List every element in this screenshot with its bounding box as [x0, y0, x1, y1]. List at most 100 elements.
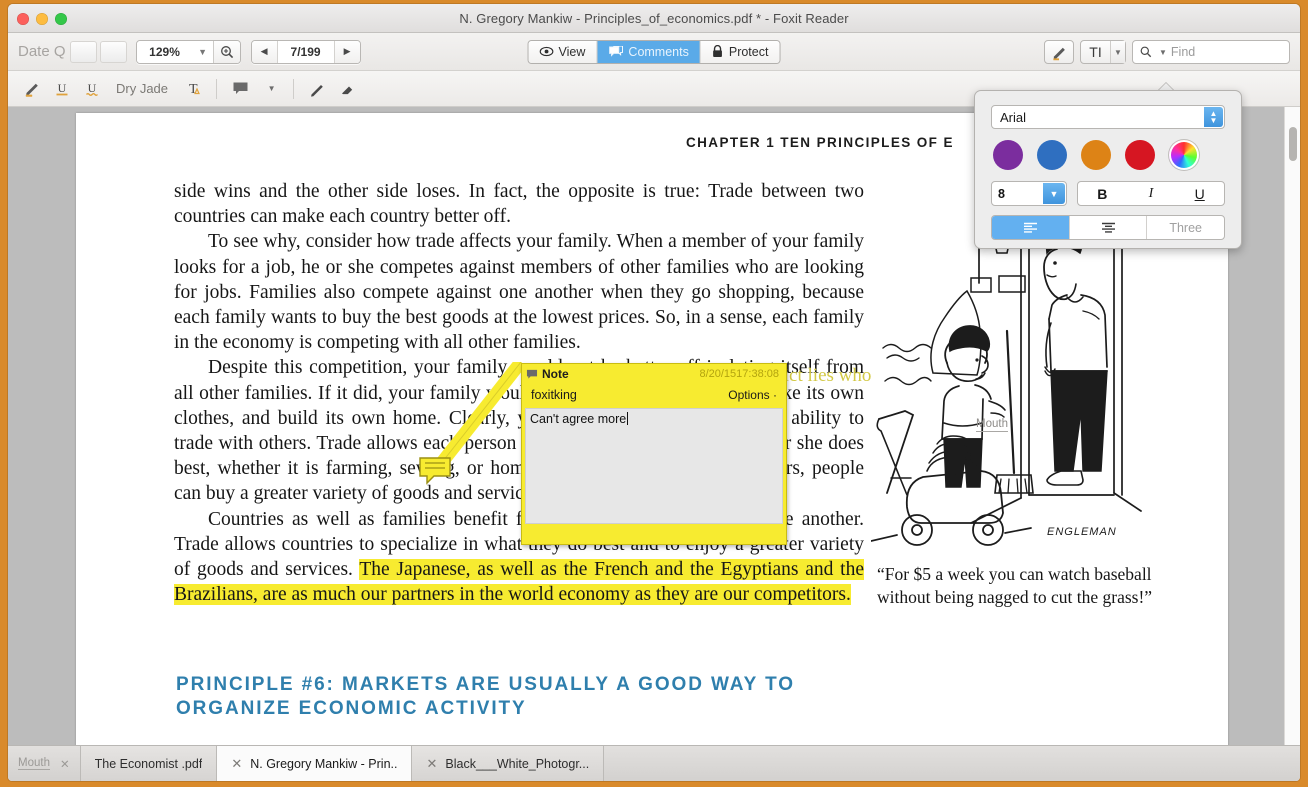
- application-window: N. Gregory Mankiw - Principles_of_econom…: [8, 4, 1300, 781]
- tab-label: Black___White_Photogr...: [445, 756, 590, 771]
- color-swatch-orange[interactable]: [1081, 140, 1111, 170]
- window-title: N. Gregory Mankiw - Principles_of_econom…: [459, 10, 849, 26]
- minimize-window-button[interactable]: [36, 13, 48, 25]
- paragraph-1: side wins and the other side loses. In f…: [174, 181, 864, 228]
- toolbar-ghost-label: Date Q: [18, 43, 66, 60]
- font-family-value: Arial: [1000, 109, 1027, 125]
- sticky-note-popup[interactable]: Note 8/20/1517:38:08 foxitking Options ·…: [521, 363, 787, 545]
- page-navigation-group: ◀ 7/199 ▶: [250, 39, 361, 64]
- chevron-down-icon: ▼: [267, 84, 276, 93]
- chevron-down-icon[interactable]: ▼: [1110, 41, 1125, 63]
- close-icon[interactable]: ✕: [231, 756, 242, 772]
- cartoon-illustration: ENGLEMAN: [871, 223, 1156, 553]
- squiggly-underline-tool-button[interactable]: U: [78, 76, 106, 102]
- note-author: foxitking: [531, 387, 577, 402]
- zoom-in-button[interactable]: [212, 40, 240, 63]
- toolbar-ghost-button-1[interactable]: [69, 40, 97, 63]
- chevron-down-icon[interactable]: ▼: [1159, 48, 1167, 57]
- note-options-button[interactable]: Options ·: [728, 388, 777, 402]
- pencil-tool-button[interactable]: [303, 76, 331, 102]
- zoom-control-group: 129% ▼: [135, 39, 241, 64]
- pencil-icon: [311, 84, 323, 97]
- close-icon[interactable]: ✕: [426, 756, 437, 772]
- typewriter-tool-button[interactable]: T: [178, 76, 207, 102]
- text-format-label: TI: [1089, 44, 1102, 60]
- page-number-field[interactable]: 7/199: [278, 41, 334, 63]
- mouth-label-overlay: Mouth: [976, 418, 1008, 432]
- tab-comments[interactable]: Comments: [597, 40, 701, 63]
- cartoon-figure: ENGLEMAN “For $5 a week you can watch ba…: [871, 223, 1171, 609]
- maximize-window-button[interactable]: [55, 13, 67, 25]
- color-swatch-row: [991, 140, 1225, 170]
- underline-tool-button[interactable]: U: [48, 76, 76, 102]
- cartoon-signature: ENGLEMAN: [1047, 526, 1117, 538]
- search-placeholder: Find: [1170, 45, 1196, 59]
- color-wheel-icon[interactable]: [1169, 140, 1199, 170]
- note-author-row: foxitking Options ·: [522, 384, 786, 405]
- bold-button[interactable]: B: [1078, 182, 1127, 205]
- tab-view[interactable]: View: [528, 40, 598, 63]
- search-icon: [1140, 46, 1152, 58]
- toolbar-right-group: TI ▼ ▼ Find: [1044, 40, 1290, 64]
- font-size-select[interactable]: 8 ▼: [991, 181, 1067, 206]
- color-swatch-purple[interactable]: [993, 140, 1023, 170]
- zoom-value[interactable]: 129%: [136, 40, 193, 63]
- previous-page-button[interactable]: ◀: [251, 40, 278, 63]
- scrollbar-thumb[interactable]: [1289, 127, 1297, 161]
- tab-the-economist[interactable]: The Economist .pdf: [79, 746, 217, 781]
- vertical-scrollbar[interactable]: [1284, 107, 1300, 745]
- highlight-tool-button[interactable]: [1044, 40, 1074, 64]
- eraser-tool-button[interactable]: [333, 76, 361, 102]
- lock-icon: [713, 45, 723, 57]
- stepper-icon[interactable]: ▲ ▼: [1204, 107, 1223, 127]
- chapter-header: CHAPTER 1 TEN PRINCIPLES OF E: [686, 135, 954, 150]
- text-format-button[interactable]: TI ▼: [1080, 40, 1126, 64]
- tabbar-ghost-label: Mouth: [18, 757, 50, 770]
- note-title-row: Note 8/20/1517:38:08: [522, 364, 786, 384]
- align-left-button[interactable]: [992, 216, 1070, 239]
- note-text-area[interactable]: Can't agree more: [525, 408, 783, 524]
- document-tab-bar: Mouth ✕ The Economist .pdf ✕ N. Gregory …: [8, 745, 1300, 781]
- tab-protect-label: Protect: [728, 44, 769, 59]
- align-center-button[interactable]: [1070, 216, 1148, 239]
- tab-view-label: View: [558, 44, 586, 59]
- tab-protect[interactable]: Protect: [700, 40, 780, 63]
- sticky-note-tool-button[interactable]: [226, 76, 254, 102]
- text-style-group: B I U: [1077, 181, 1225, 206]
- text-cursor: [627, 412, 629, 425]
- sticky-note-dropdown-button[interactable]: ▼: [256, 76, 284, 102]
- note-options-label: Options: [728, 387, 770, 402]
- underline-button[interactable]: U: [1175, 182, 1224, 205]
- italic-button[interactable]: I: [1127, 182, 1176, 205]
- eraser-icon: [342, 86, 353, 94]
- close-icon[interactable]: ✕: [60, 757, 70, 771]
- next-page-button[interactable]: ▶: [333, 40, 360, 63]
- principle-heading: PRINCIPLE #6: MARKETS ARE USUALLY A GOOD…: [176, 674, 795, 719]
- title-bar: N. Gregory Mankiw - Principles_of_econom…: [8, 4, 1300, 33]
- align-three-button[interactable]: Three: [1147, 216, 1224, 239]
- tab-black-white-photogr[interactable]: ✕ Black___White_Photogr...: [411, 746, 604, 781]
- font-family-select[interactable]: Arial ▲ ▼: [991, 105, 1225, 129]
- tabbar-ghost-group: Mouth ✕: [8, 746, 80, 781]
- squiggly-underline-icon: U: [85, 81, 99, 96]
- chevron-down-icon[interactable]: ▼: [192, 40, 213, 63]
- search-input[interactable]: ▼ Find: [1132, 40, 1290, 64]
- text-align-group: Three: [991, 215, 1225, 240]
- eye-icon: [539, 46, 554, 57]
- tab-mankiw-principles[interactable]: ✕ N. Gregory Mankiw - Prin..: [216, 746, 412, 781]
- note-body-text: Can't agree more: [530, 412, 627, 426]
- align-left-icon: [1023, 222, 1037, 233]
- highlighter-icon: [1052, 47, 1065, 60]
- color-swatch-blue[interactable]: [1037, 140, 1067, 170]
- color-swatch-red[interactable]: [1125, 140, 1155, 170]
- paragraph-2: To see why, consider how trade affects y…: [174, 231, 864, 354]
- text-format-popup[interactable]: Arial ▲ ▼ 8 ▼ B I U Three: [974, 90, 1242, 249]
- highlighted-text[interactable]: The Japanese, as well as the French and …: [174, 559, 864, 606]
- toolbar-separator: [293, 78, 295, 99]
- toolbar-ghost-button-2[interactable]: [99, 40, 127, 63]
- svg-text:U: U: [88, 81, 97, 95]
- color-name-label[interactable]: Dry Jade: [108, 81, 176, 96]
- close-window-button[interactable]: [17, 13, 29, 25]
- chevron-down-icon[interactable]: ▼: [1043, 183, 1065, 204]
- highlighter-tool-button[interactable]: [18, 76, 46, 102]
